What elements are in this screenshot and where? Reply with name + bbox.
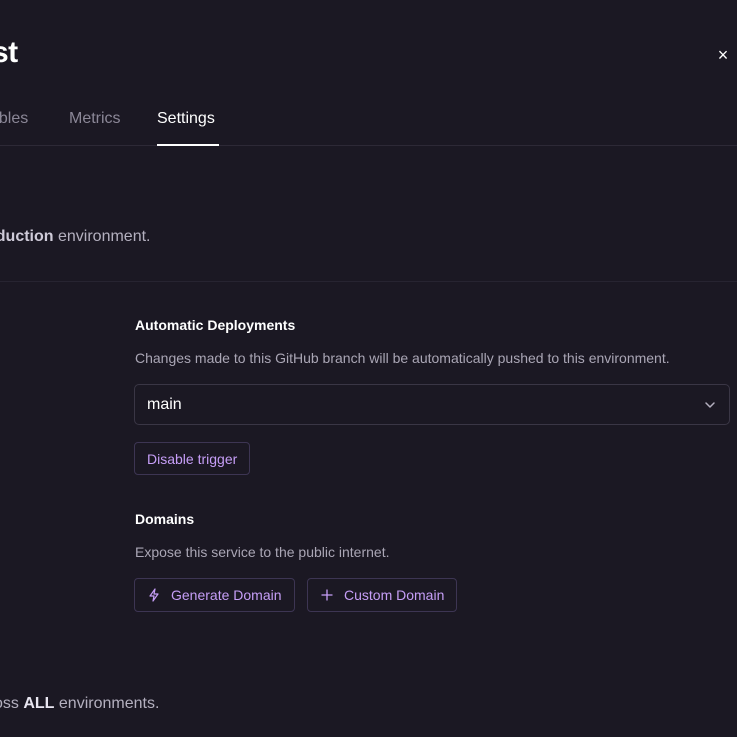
branch-select-value: main	[147, 395, 182, 413]
branch-select[interactable]: main	[134, 384, 730, 425]
footer-note-bold: ALL	[23, 695, 55, 712]
tab-variables[interactable]: ables	[0, 110, 28, 128]
footer-note: oss ALL environments.	[0, 695, 159, 713]
plus-icon	[321, 589, 333, 601]
lightning-icon	[149, 588, 159, 602]
environment-note-text: environment.	[53, 228, 151, 245]
footer-note-prefix: oss	[0, 695, 19, 712]
automatic-deployments-description: Changes made to this GitHub branch will …	[135, 350, 670, 366]
footer-note-text: environments.	[54, 695, 160, 712]
disable-trigger-button[interactable]: Disable trigger	[134, 442, 251, 475]
generate-domain-label: Generate Domain	[171, 587, 282, 603]
tab-metrics[interactable]: Metrics	[69, 110, 121, 128]
tabs-divider	[0, 145, 737, 146]
domains-label: Domains	[135, 511, 195, 527]
environment-note: oduction environment.	[0, 228, 150, 246]
disable-trigger-label: Disable trigger	[147, 450, 238, 467]
page-title: st	[0, 36, 18, 69]
generate-domain-button[interactable]: Generate Domain	[134, 578, 295, 612]
active-tab-indicator	[157, 144, 219, 146]
tab-settings[interactable]: Settings	[157, 110, 215, 128]
custom-domain-label: Custom Domain	[344, 587, 445, 603]
chevron-down-icon	[705, 401, 715, 408]
section-divider	[0, 281, 737, 282]
environment-name: oduction	[0, 228, 54, 245]
domains-description: Expose this service to the public intern…	[135, 544, 390, 560]
custom-domain-button[interactable]: Custom Domain	[307, 578, 458, 612]
automatic-deployments-label: Automatic Deployments	[135, 317, 296, 333]
close-icon[interactable]: ×	[713, 43, 733, 67]
